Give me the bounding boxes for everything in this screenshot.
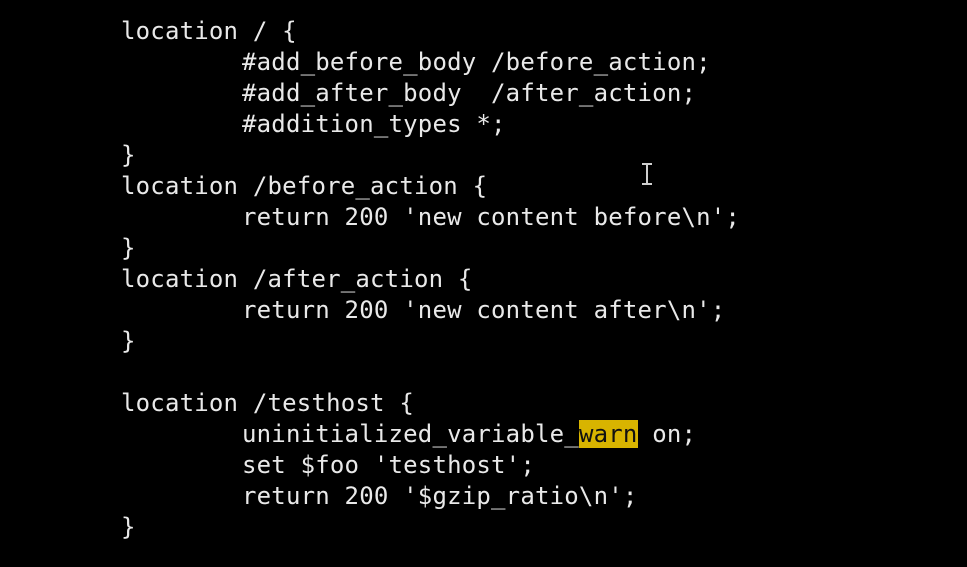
- code-line-4: #addition_types *;: [121, 109, 740, 140]
- code-text: location /before_action {: [121, 172, 488, 200]
- code-line-1: location / {: [121, 16, 740, 47]
- code-text: }: [121, 234, 136, 262]
- code-line-15: set $foo 'testhost';: [121, 450, 740, 481]
- code-text: location /testhost {: [121, 389, 414, 417]
- terminal-screen: location / { #add_before_body /before_act…: [0, 0, 967, 567]
- code-text: location / {: [121, 17, 297, 45]
- code-line-13: location /testhost {: [121, 388, 740, 419]
- code-text: }: [121, 513, 136, 541]
- code-line-9: location /after_action {: [121, 264, 740, 295]
- code-line-10: return 200 'new content after\n';: [121, 295, 740, 326]
- code-text: #add_before_body /before_action;: [242, 48, 711, 76]
- code-line-12-blank: [121, 357, 740, 388]
- search-highlight: warn: [578, 420, 638, 448]
- code-text: #addition_types *;: [242, 110, 506, 138]
- code-text: uninitialized_variable_: [242, 420, 579, 448]
- code-text: }: [121, 141, 136, 169]
- code-line-8: }: [121, 233, 740, 264]
- code-text: #add_after_body /after_action;: [242, 79, 697, 107]
- code-text: return 200 '$gzip_ratio\n';: [242, 482, 638, 510]
- code-text: on;: [637, 420, 697, 448]
- code-text: return 200 'new content before\n';: [242, 203, 741, 231]
- code-text: set $foo 'testhost';: [242, 451, 535, 479]
- nginx-config-code: location / { #add_before_body /before_act…: [121, 16, 740, 543]
- code-line-14: uninitialized_variable_warn on;: [121, 419, 740, 450]
- code-line-2: #add_before_body /before_action;: [121, 47, 740, 78]
- code-text: }: [121, 327, 136, 355]
- code-line-17: }: [121, 512, 740, 543]
- code-line-3: #add_after_body /after_action;: [121, 78, 740, 109]
- code-line-7: return 200 'new content before\n';: [121, 202, 740, 233]
- text-cursor-ibeam-icon: [641, 163, 653, 185]
- code-line-11: }: [121, 326, 740, 357]
- code-line-16: return 200 '$gzip_ratio\n';: [121, 481, 740, 512]
- code-text: return 200 'new content after\n';: [242, 296, 726, 324]
- code-text: location /after_action {: [121, 265, 473, 293]
